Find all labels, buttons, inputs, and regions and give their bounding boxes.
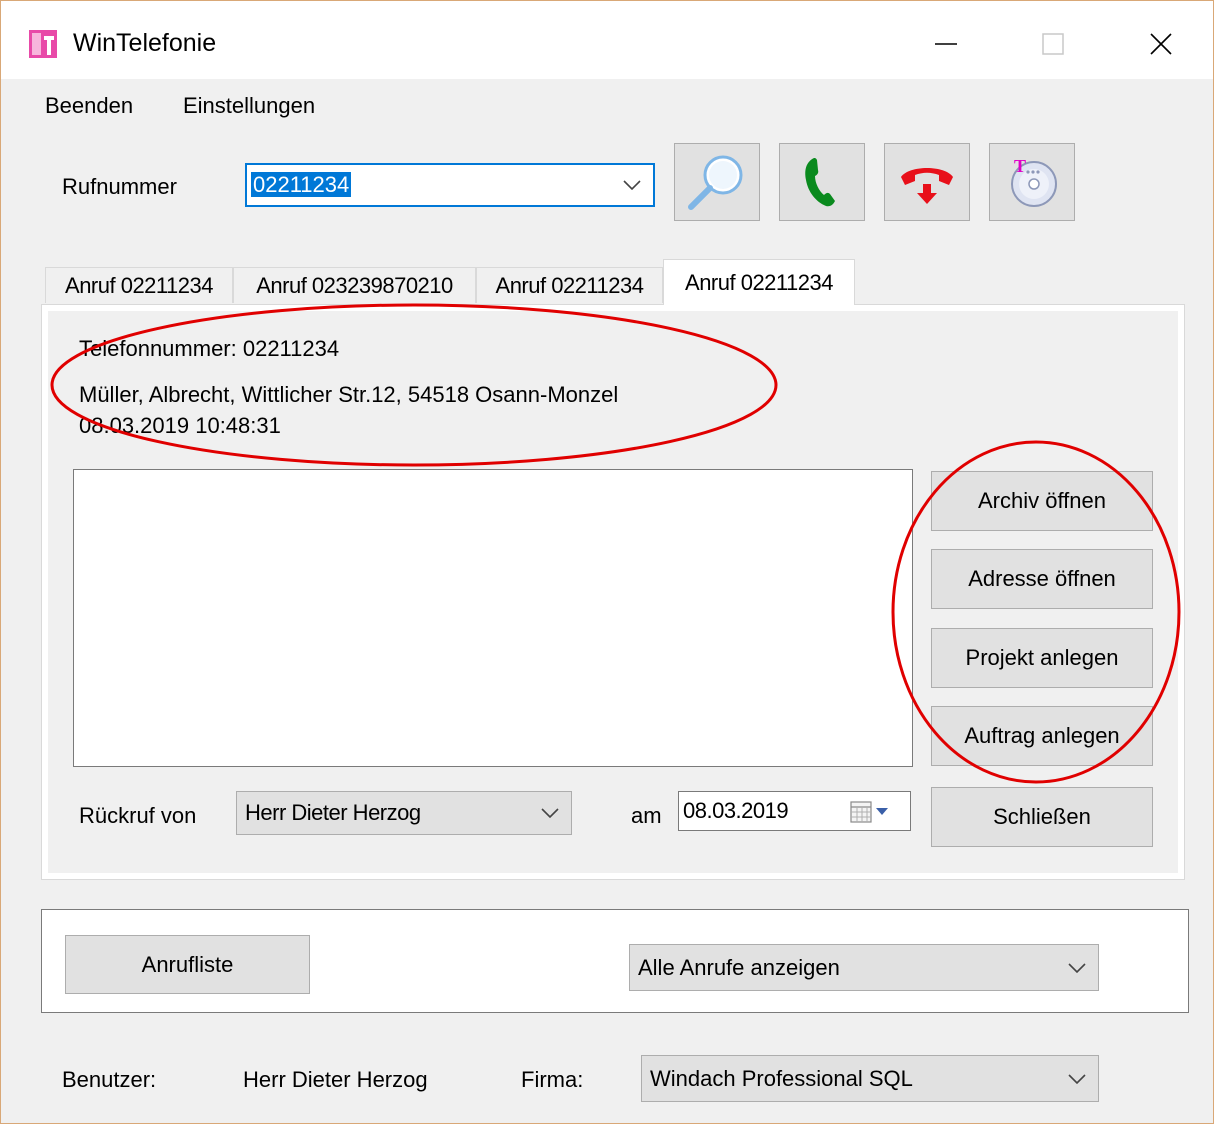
callback-person-dropdown[interactable]: Herr Dieter Herzog [236,791,572,835]
phone-number-value: 02211234 [251,172,352,197]
call-datetime: 08.03.2019 10:48:31 [79,413,281,438]
company-dropdown[interactable]: Windach Professional SQL [641,1055,1099,1102]
callback-label: Rückruf von [79,803,197,828]
tab-call-2[interactable]: Anruf 023239870210 [233,267,476,303]
user-value: Herr Dieter Herzog [243,1067,428,1092]
app-window: WinTelefonie Beenden Einstellungen Rufnu… [0,0,1214,1124]
maximize-icon [1042,33,1064,55]
call-filter-value: Alle Anrufe anzeigen [638,954,840,980]
company-label: Firma: [521,1067,584,1092]
call-address: Müller, Albrecht, Wittlicher Str.12, 545… [79,382,619,407]
phone-call-icon [805,158,835,207]
minimize-icon [935,43,957,45]
title-bar[interactable]: WinTelefonie [1,1,1213,79]
user-label: Benutzer: [62,1067,157,1092]
app-icon [29,30,57,58]
address-open-button[interactable]: Adresse öffnen [931,549,1153,609]
call-notes-textarea[interactable] [73,469,913,767]
call-filter-dropdown[interactable]: Alle Anrufe anzeigen [629,944,1099,991]
maximize-button[interactable] [1023,19,1083,69]
call-list-button[interactable]: Anrufliste [65,935,310,994]
chevron-down-icon[interactable] [623,180,641,190]
company-value: Windach Professional SQL [650,1065,913,1091]
create-order-button[interactable]: Auftrag anlegen [931,706,1153,766]
phone-number-label: Rufnummer [62,174,177,199]
close-icon [1150,33,1172,55]
callback-person-value: Herr Dieter Herzog [245,800,421,825]
close-call-button[interactable]: Schließen [931,787,1153,847]
cd-t-icon: T [1011,156,1057,207]
tab-call-4[interactable]: Anruf 02211234 [663,259,855,305]
chevron-down-icon[interactable] [541,808,559,818]
calendar-icon[interactable] [849,800,901,824]
callback-date-label: am [631,803,662,828]
callback-date-picker[interactable]: 08.03.2019 [678,791,911,831]
minimize-button[interactable] [916,19,976,69]
window-title: WinTelefonie [73,29,217,57]
search-button[interactable] [674,143,760,221]
cd-button[interactable]: T [989,143,1075,221]
call-button[interactable] [779,143,865,221]
menu-einstellungen[interactable]: Einstellungen [183,93,315,119]
tab-call-1[interactable]: Anruf 02211234 [45,267,233,303]
svg-text:T: T [1014,156,1026,176]
hang-up-icon [901,168,953,204]
create-project-button[interactable]: Projekt anlegen [931,628,1153,688]
close-window-button[interactable] [1131,19,1191,69]
menu-beenden[interactable]: Beenden [45,93,133,119]
tab-call-3[interactable]: Anruf 02211234 [476,267,663,303]
archive-open-button[interactable]: Archiv öffnen [931,471,1153,531]
hang-up-button[interactable] [884,143,970,221]
magnifier-icon [688,155,743,210]
chevron-down-icon[interactable] [1068,962,1086,973]
chevron-down-icon[interactable] [1068,1073,1086,1084]
callback-date-value: 08.03.2019 [683,798,789,823]
phone-number-combobox[interactable]: 02211234 [245,163,655,207]
menu-bar: Beenden Einstellungen [1,79,1213,131]
call-phone-number: Telefonnummer: 02211234 [79,336,340,361]
